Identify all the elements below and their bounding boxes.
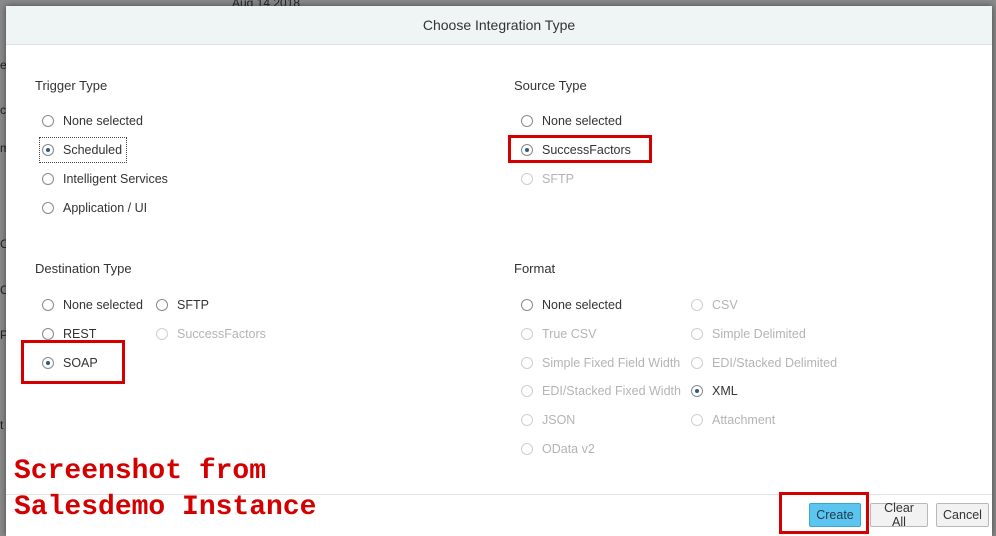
radio-label: JSON [542,413,576,427]
radio-circle-icon [521,328,533,340]
radio-label: Attachment [712,413,776,427]
cancel-button[interactable]: Cancel [936,503,989,527]
radio-label: OData v2 [542,442,595,456]
radio-label: SFTP [542,172,574,186]
radio-checked-icon [691,385,703,397]
dialog-header: Choose Integration Type [6,6,992,45]
radio-label: SFTP [177,298,209,312]
source-type-title: Source Type [514,78,587,93]
format-option-edi-stacked-fixed-width: EDI/Stacked Fixed Width [521,381,681,401]
trigger-type-title: Trigger Type [35,78,108,93]
radio-circle-icon [42,115,54,127]
radio-circle-icon [42,173,54,185]
radio-label: Application / UI [63,201,148,215]
radio-label: CSV [712,298,738,312]
radio-label: None selected [542,298,622,312]
radio-label: None selected [542,114,622,128]
format-option-simple-fixed-field-width: Simple Fixed Field Width [521,353,680,373]
radio-label: None selected [63,298,143,312]
radio-circle-icon [691,328,703,340]
radio-circle-icon [156,328,168,340]
annotation-highlight-successfactors [508,135,652,163]
trigger-option-intelligent-services[interactable]: Intelligent Services [42,169,168,189]
trigger-option-scheduled[interactable]: Scheduled [38,137,128,163]
background-edge-char: t [0,418,4,432]
radio-circle-icon [521,299,533,311]
radio-circle-icon [42,202,54,214]
dialog-title: Choose Integration Type [422,17,576,33]
radio-label: Simple Delimited [712,327,806,341]
trigger-option-application-ui[interactable]: Application / UI [42,198,147,218]
radio-label: None selected [63,114,143,128]
radio-label: Simple Fixed Field Width [542,356,681,370]
format-option-json: JSON [521,410,575,430]
format-title: Format [514,261,556,276]
radio-circle-icon [156,299,168,311]
radio-label: True CSV [542,327,597,341]
watermark-line-1: Screenshot from [14,456,267,487]
radio-label: Intelligent Services [63,172,168,186]
radio-label: EDI/Stacked Delimited [712,356,838,370]
radio-label: XML [712,384,738,398]
source-option-none-selected[interactable]: None selected [521,111,622,131]
format-option-odata-v2: OData v2 [521,439,595,459]
destination-option-sftp[interactable]: SFTP [156,295,209,315]
format-option-simple-delimited: Simple Delimited [691,324,806,344]
format-option-edi-stacked-delimited: EDI/Stacked Delimited [691,353,837,373]
format-option-none-selected[interactable]: None selected [521,295,622,315]
radio-circle-icon [521,414,533,426]
format-option-attachment: Attachment [691,410,775,430]
annotation-highlight-soap [21,340,125,384]
radio-label: SuccessFactors [177,327,266,341]
radio-circle-icon [521,115,533,127]
radio-circle-icon [521,385,533,397]
radio-circle-icon [42,328,54,340]
radio-circle-icon [691,299,703,311]
format-option-xml[interactable]: XML [691,381,738,401]
source-option-sftp: SFTP [521,169,574,189]
radio-circle-icon [691,414,703,426]
destination-type-title: Destination Type [35,261,132,276]
radio-circle-icon [42,299,54,311]
format-option-csv: CSV [691,295,738,315]
radio-circle-icon [521,443,533,455]
destination-option-none-selected[interactable]: None selected [42,295,143,315]
clear-all-button[interactable]: Clear All [870,501,928,529]
radio-circle-icon [521,173,533,185]
format-option-true-csv: True CSV [521,324,596,344]
annotation-highlight-create [779,492,869,534]
radio-checked-icon [42,144,54,156]
watermark-line-2: Salesdemo Instance [14,492,317,523]
radio-label: EDI/Stacked Fixed Width [542,384,681,398]
destination-option-successfactors: SuccessFactors [156,324,266,344]
radio-label: REST [63,327,97,341]
radio-circle-icon [521,357,533,369]
radio-label: Scheduled [63,143,123,157]
radio-circle-icon [691,357,703,369]
trigger-option-none-selected[interactable]: None selected [42,111,143,131]
